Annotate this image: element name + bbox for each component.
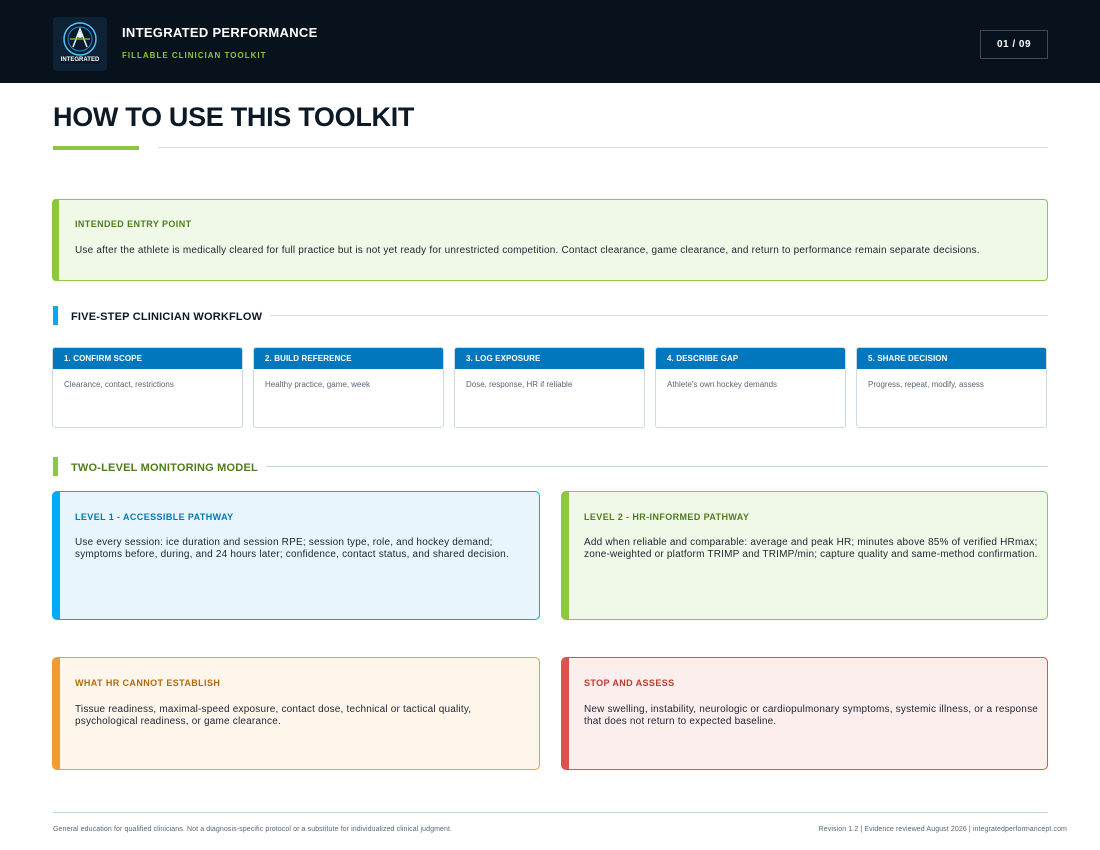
stop-line-2: that does not return to expected baselin… (584, 716, 777, 727)
page-indicator: 01 / 09 (980, 30, 1048, 59)
footer-revision: Revision 1.2 | Evidence reviewed August … (818, 826, 1067, 833)
workflow-step-text: Healthy practice, game, week (265, 380, 370, 389)
brand-title: INTEGRATED PERFORMANCE (122, 25, 318, 40)
title-divider (158, 147, 1048, 148)
monitoring-section-marker (53, 457, 58, 476)
level1-line-1: Use every session: ice duration and sess… (75, 537, 493, 548)
workflow-section-rule (270, 315, 1048, 316)
hr-limits-line-1: Tissue readiness, maximal-speed exposure… (75, 704, 472, 715)
title-accent-bar (53, 146, 139, 150)
workflow-step-4: 4. DESCRIBE GAP Athlete's own hockey dem… (655, 347, 846, 428)
brand-logo: INTEGRATED (53, 17, 107, 71)
workflow-step-label: 5. SHARE DECISION (857, 348, 1046, 369)
monitoring-section-rule (266, 466, 1048, 467)
entry-point-text: Use after the athlete is medically clear… (75, 245, 980, 256)
page-title: HOW TO USE THIS TOOLKIT (53, 102, 415, 132)
level1-pathway-card: LEVEL 1 - ACCESSIBLE PATHWAY Use every s… (52, 491, 540, 620)
level2-line-2: zone-weighted or platform TRIMP and TRIM… (584, 549, 1038, 560)
logo-wordmark: INTEGRATED (60, 57, 100, 63)
hr-limits-card: WHAT HR CANNOT ESTABLISH Tissue readines… (52, 657, 540, 770)
entry-point-label: INTENDED ENTRY POINT (75, 219, 192, 229)
stop-line-1: New swelling, instability, neurologic or… (584, 704, 1039, 715)
hr-limits-line-2: psychological readiness, or game clearan… (75, 716, 281, 727)
monitoring-section-title: TWO-LEVEL MONITORING MODEL (71, 462, 258, 474)
workflow-step-text: Athlete's own hockey demands (667, 380, 778, 389)
hr-limits-label: WHAT HR CANNOT ESTABLISH (75, 678, 221, 688)
level1-label: LEVEL 1 - ACCESSIBLE PATHWAY (75, 512, 234, 522)
workflow-step-2: 2. BUILD REFERENCE Healthy practice, gam… (253, 347, 444, 428)
level2-pathway-card: LEVEL 2 - HR-INFORMED PATHWAY Add when r… (561, 491, 1048, 620)
workflow-section-title: FIVE-STEP CLINICIAN WORKFLOW (71, 311, 263, 323)
workflow-step-text: Clearance, contact, restrictions (64, 380, 174, 389)
workflow-step-1: 1. CONFIRM SCOPE Clearance, contact, res… (52, 347, 243, 428)
workflow-step-3: 3. LOG EXPOSURE Dose, response, HR if re… (454, 347, 645, 428)
top-header-bar: INTEGRATED INTEGRATED PERFORMANCE FILLAB… (0, 0, 1100, 83)
workflow-section-marker (53, 306, 58, 325)
level2-line-1: Add when reliable and comparable: averag… (584, 537, 1038, 548)
entry-point-callout: INTENDED ENTRY POINT Use after the athle… (52, 199, 1048, 281)
workflow-step-5: 5. SHARE DECISION Progress, repeat, modi… (856, 347, 1047, 428)
brand-subtitle: FILLABLE CLINICIAN TOOLKIT (122, 51, 267, 60)
workflow-step-label: 1. CONFIRM SCOPE (53, 348, 242, 369)
workflow-step-label: 2. BUILD REFERENCE (254, 348, 443, 369)
level2-label: LEVEL 2 - HR-INFORMED PATHWAY (584, 512, 750, 522)
workflow-step-label: 4. DESCRIBE GAP (656, 348, 845, 369)
stop-label: STOP AND ASSESS (584, 678, 675, 688)
footer-divider (53, 812, 1048, 813)
footer-disclaimer: General education for qualified clinicia… (53, 826, 453, 833)
level1-line-2: symptoms before, during, and 24 hours la… (75, 549, 509, 560)
workflow-step-label: 3. LOG EXPOSURE (455, 348, 644, 369)
stop-and-assess-card: STOP AND ASSESS New swelling, instabilit… (561, 657, 1048, 770)
workflow-step-text: Dose, response, HR if reliable (466, 380, 573, 389)
workflow-step-text: Progress, repeat, modify, assess (868, 380, 984, 389)
